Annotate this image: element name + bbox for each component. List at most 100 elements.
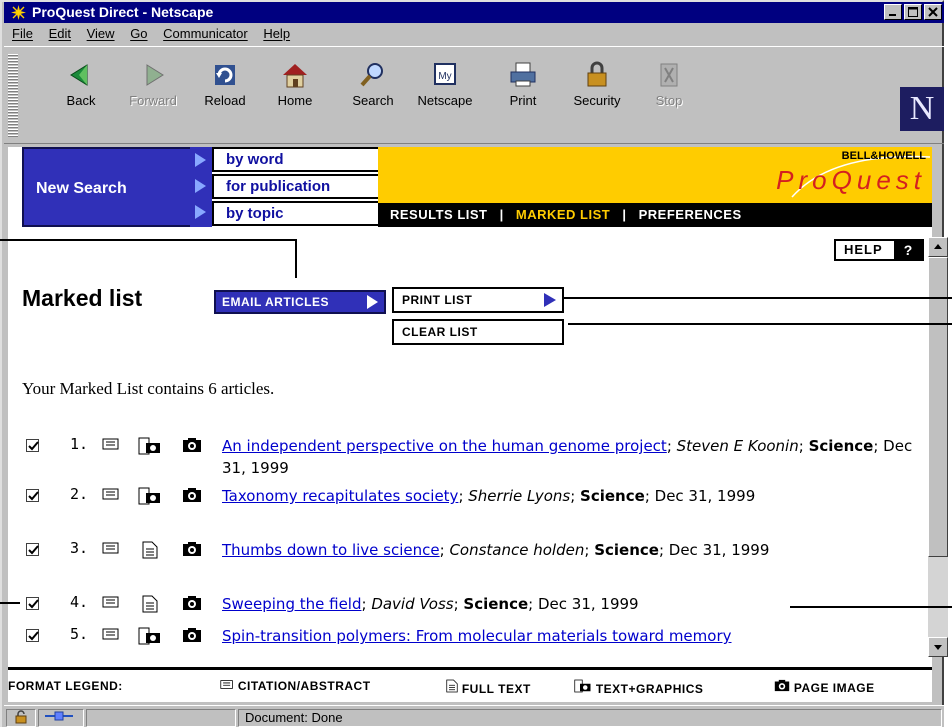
padlock-icon [587, 61, 607, 87]
mark-checkbox[interactable] [26, 629, 39, 642]
citation-abstract-icon[interactable] [102, 627, 120, 641]
page-image-icon[interactable] [182, 541, 202, 557]
print-list-button[interactable]: PRINT LIST [392, 287, 564, 313]
annotation-line [568, 323, 952, 325]
new-search-button[interactable]: New Search [22, 147, 192, 227]
back-arrow-icon [70, 64, 88, 86]
menu-edit[interactable]: Edit [49, 26, 71, 41]
menu-file[interactable]: File [12, 26, 33, 41]
menu-go[interactable]: Go [130, 26, 147, 41]
search-for-publication-link[interactable]: for publication [212, 174, 382, 199]
citation-abstract-icon[interactable] [102, 487, 120, 501]
home-label: Home [277, 93, 313, 108]
plug-icon [45, 711, 73, 721]
results-nav-bar: RESULTS LIST | MARKED LIST | PREFERENCES [378, 203, 932, 227]
article-citation: An independent perspective on the human … [222, 437, 913, 477]
citation-abstract-icon[interactable] [102, 541, 120, 555]
article-citation: Spin-transition polymers: From molecular… [222, 625, 922, 647]
menu-bar: File Edit View Go Communicator Help [4, 23, 944, 45]
nav-marked-list[interactable]: MARKED LIST [516, 207, 610, 222]
mark-checkbox[interactable] [26, 543, 39, 556]
nav-results-list[interactable]: RESULTS LIST [390, 207, 487, 222]
forward-label: Forward [129, 93, 177, 108]
menu-help[interactable]: Help [263, 26, 290, 41]
search-by-topic-link[interactable]: by topic [212, 201, 382, 226]
clear-list-button[interactable]: CLEAR LIST [392, 319, 564, 345]
mark-checkbox[interactable] [26, 489, 39, 502]
reload-button[interactable]: Reload [190, 51, 260, 141]
search-options-panel: New Search by word for publication by to… [22, 147, 390, 227]
security-button[interactable]: Security [562, 51, 632, 141]
citation-abstract-icon[interactable] [102, 437, 120, 451]
page-image-icon[interactable] [182, 595, 202, 611]
printer-icon [510, 62, 536, 87]
nav-separator: | [499, 207, 504, 222]
netscape-logo[interactable]: N [900, 87, 944, 131]
security-status[interactable] [6, 709, 36, 727]
forward-button[interactable]: Forward [118, 51, 188, 141]
text-graphics-icon[interactable] [138, 487, 162, 505]
scroll-up-button[interactable] [928, 237, 948, 257]
window-title: ProQuest Direct - Netscape [32, 4, 214, 20]
search-label: Search [352, 93, 394, 108]
article-title-link[interactable]: An independent perspective on the human … [222, 437, 667, 455]
marked-count-text: Your Marked List contains 6 articles. [22, 379, 275, 398]
help-label: HELP [844, 242, 883, 257]
my-netscape-button[interactable]: My Netscape [410, 51, 480, 141]
checkmark-icon [28, 491, 39, 501]
netscape-app-icon [10, 4, 27, 21]
citation-abstract-icon[interactable] [102, 595, 120, 609]
clear-list-label: CLEAR LIST [402, 325, 478, 339]
progress-area [86, 709, 236, 727]
item-number: 4. [70, 593, 89, 611]
minimize-icon [889, 14, 896, 16]
article-author: David Voss [371, 595, 454, 613]
page-content: New Search by word for publication by to… [8, 147, 932, 702]
text-graphics-icon[interactable] [138, 437, 162, 455]
stop-button[interactable]: Stop [634, 51, 704, 141]
article-title-link[interactable]: Sweeping the field [222, 595, 361, 613]
vertical-scrollbar[interactable] [928, 237, 948, 657]
page-image-icon[interactable] [182, 437, 202, 453]
search-by-word-link[interactable]: by word [212, 147, 382, 172]
my-netscape-label: Netscape [417, 93, 473, 108]
legend-citation-abstract: CITATION/ABSTRACT [220, 679, 371, 693]
help-button[interactable]: HELP ? [834, 239, 924, 261]
legend-heading: FORMAT LEGEND: [8, 679, 123, 693]
full-text-icon[interactable] [142, 595, 158, 613]
menu-communicator[interactable]: Communicator [163, 26, 248, 41]
article-author: Constance holden [449, 541, 585, 559]
article-title-link[interactable]: Spin-transition polymers: From molecular… [222, 627, 732, 645]
full-text-icon [446, 679, 458, 693]
minimize-button[interactable] [884, 4, 902, 20]
mark-checkbox[interactable] [26, 439, 39, 452]
navigation-toolbar: Back Forward Reload Home Search My Netsc… [4, 46, 944, 144]
home-button[interactable]: Home [260, 51, 330, 141]
scroll-thumb[interactable] [928, 257, 948, 557]
print-button[interactable]: Print [488, 51, 558, 141]
toolbar-grip[interactable] [8, 53, 18, 137]
menu-view[interactable]: View [87, 26, 115, 41]
text-graphics-icon[interactable] [138, 627, 162, 645]
print-label: Print [509, 93, 537, 108]
arrow-down-icon [934, 645, 942, 650]
mark-checkbox[interactable] [26, 597, 39, 610]
full-text-icon[interactable] [142, 541, 158, 559]
svg-text:My: My [438, 71, 451, 82]
article-title-link[interactable]: Thumbs down to live science [222, 541, 440, 559]
close-button[interactable] [924, 4, 942, 20]
status-text: Document: Done [238, 709, 942, 727]
legend-label: CITATION/ABSTRACT [237, 679, 371, 693]
page-image-icon[interactable] [182, 487, 202, 503]
status-bar: Document: Done [4, 705, 944, 727]
article-title-link[interactable]: Taxonomy recapitulates society [222, 487, 458, 505]
scroll-down-button[interactable] [928, 637, 948, 657]
back-button[interactable]: Back [46, 51, 116, 141]
page-image-icon[interactable] [182, 627, 202, 643]
item-number: 3. [70, 539, 89, 557]
nav-preferences[interactable]: PREFERENCES [639, 207, 742, 222]
maximize-button[interactable] [904, 4, 922, 20]
search-button[interactable]: Search [338, 51, 408, 141]
email-articles-button[interactable]: EMAIL ARTICLES [214, 290, 386, 314]
stop-icon [660, 63, 678, 87]
